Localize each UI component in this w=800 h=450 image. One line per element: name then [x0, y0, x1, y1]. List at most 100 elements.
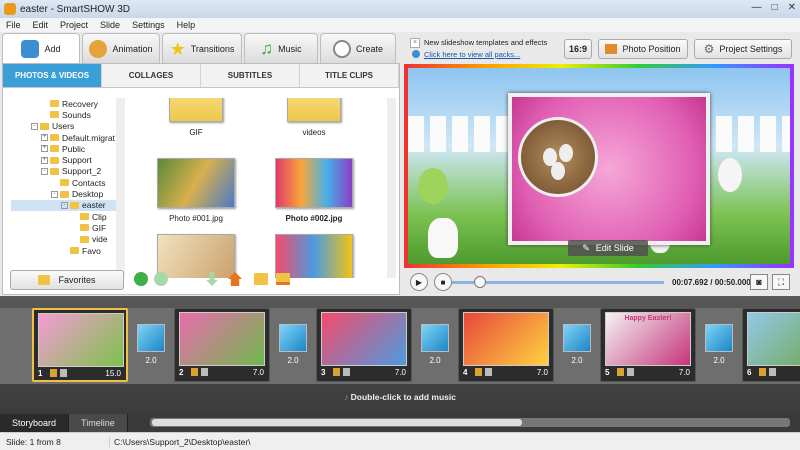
expander-icon[interactable]: -: [41, 167, 48, 175]
file-item[interactable]: Photo #002.jpg: [259, 158, 369, 223]
transition-slot[interactable]: 2.0: [701, 324, 737, 370]
tree-node[interactable]: + Public: [11, 143, 121, 154]
transition-slot[interactable]: 2.0: [559, 324, 595, 370]
expander-icon[interactable]: -: [31, 122, 38, 130]
aspect-ratio-button[interactable]: 16:9: [564, 39, 592, 59]
tab-create[interactable]: Create: [320, 33, 396, 63]
forward-arrow-icon[interactable]: [154, 272, 168, 286]
pencil-icon[interactable]: [50, 369, 57, 377]
transition-slot[interactable]: 2.0: [417, 324, 453, 370]
menu-slide[interactable]: Slide: [100, 20, 120, 30]
stop-button[interactable]: ■: [434, 273, 452, 291]
minimize-button[interactable]: —: [752, 2, 762, 13]
tab-music[interactable]: ♫ Music: [244, 33, 318, 63]
storyboard-slide[interactable]: 6: [742, 308, 800, 382]
pencil-icon[interactable]: [617, 368, 624, 376]
storyboard-scroll-thumb[interactable]: [152, 419, 522, 426]
speaker-icon[interactable]: [343, 368, 350, 376]
storyboard-slide[interactable]: 1 15.0: [32, 308, 128, 382]
tab-transitions[interactable]: ★ Transitions: [162, 33, 242, 63]
menu-file[interactable]: File: [6, 20, 21, 30]
file-item[interactable]: Photo #001.jpg: [141, 158, 251, 223]
tab-storyboard[interactable]: Storyboard: [0, 414, 70, 432]
file-item[interactable]: GIF: [141, 98, 251, 137]
expander-icon[interactable]: +: [41, 134, 48, 142]
subtab-title-clips[interactable]: TITLE CLIPS: [300, 64, 399, 87]
expander-icon[interactable]: +: [41, 145, 48, 153]
close-news-icon[interactable]: ×: [410, 38, 420, 48]
tree-node[interactable]: - easter: [11, 199, 121, 211]
folder-icon: [80, 224, 89, 232]
status-bar: Slide: 1 from 8 C:\Users\Support_2\Deskt…: [0, 432, 800, 450]
slide-preview[interactable]: ✎ Edit Slide: [404, 64, 794, 268]
maximize-button[interactable]: □: [772, 2, 778, 13]
storyboard-slide[interactable]: 3 7.0: [316, 308, 412, 382]
pencil-icon[interactable]: [759, 368, 766, 376]
tree-node[interactable]: + Support: [11, 154, 121, 165]
transition-icon: [279, 324, 307, 352]
slide-number: 4: [463, 368, 468, 377]
speaker-icon[interactable]: [60, 369, 67, 377]
pencil-icon[interactable]: [333, 368, 340, 376]
file-item[interactable]: [259, 234, 369, 278]
tree-node[interactable]: GIF: [11, 222, 121, 233]
music-note-icon: ♫: [260, 38, 274, 58]
tree-node[interactable]: Sounds: [11, 109, 121, 120]
project-settings-button[interactable]: ⚙ Project Settings: [694, 39, 792, 59]
tab-timeline[interactable]: Timeline: [69, 414, 128, 432]
storyboard-slide[interactable]: 2 7.0: [174, 308, 270, 382]
pencil-icon[interactable]: [475, 368, 482, 376]
speaker-icon[interactable]: [201, 368, 208, 376]
tree-node[interactable]: + Default.migrat: [11, 132, 121, 143]
expander-icon[interactable]: -: [51, 190, 58, 198]
tree-node[interactable]: Recovery: [11, 98, 121, 109]
file-item[interactable]: videos: [259, 98, 369, 137]
menu-project[interactable]: Project: [60, 20, 88, 30]
tree-scrollbar[interactable]: [116, 98, 125, 278]
file-scrollbar[interactable]: [387, 98, 396, 278]
add-all-icon[interactable]: [276, 273, 290, 285]
tree-node[interactable]: Contacts: [11, 177, 121, 188]
tab-animation[interactable]: Animation: [82, 33, 160, 63]
subtab-photos-videos[interactable]: PHOTOS & VIDEOS: [3, 64, 102, 87]
menu-help[interactable]: Help: [177, 20, 196, 30]
transition-slot[interactable]: 2.0: [275, 324, 311, 370]
edit-slide-button[interactable]: ✎ Edit Slide: [568, 240, 648, 256]
menu-settings[interactable]: Settings: [132, 20, 165, 30]
back-arrow-icon[interactable]: [134, 272, 148, 286]
menu-edit[interactable]: Edit: [33, 20, 49, 30]
music-hint[interactable]: ♪ Double-click to add music: [0, 392, 800, 406]
expander-icon[interactable]: +: [41, 156, 48, 164]
transition-duration: 2.0: [571, 356, 583, 365]
close-button[interactable]: ✕: [788, 2, 796, 13]
tree-node[interactable]: - Users: [11, 121, 121, 132]
photo-position-button[interactable]: Photo Position: [598, 39, 688, 59]
subtab-collages[interactable]: COLLAGES: [102, 64, 201, 87]
news-link[interactable]: Click here to view all packs...: [424, 50, 520, 59]
speaker-icon[interactable]: [627, 368, 634, 376]
status-slide: Slide: 1 from 8: [0, 436, 110, 447]
speaker-icon[interactable]: [769, 368, 776, 376]
snapshot-button[interactable]: ◙: [750, 274, 768, 290]
tab-add[interactable]: Add: [2, 33, 80, 63]
pencil-icon[interactable]: [191, 368, 198, 376]
storyboard-slide[interactable]: 4 7.0: [458, 308, 554, 382]
subtab-subtitles[interactable]: SUBTITLES: [201, 64, 300, 87]
transition-slot[interactable]: 2.0: [133, 324, 169, 370]
favorites-button[interactable]: Favorites: [10, 270, 124, 290]
play-button[interactable]: ▶: [410, 273, 428, 291]
add-folder-icon[interactable]: [254, 273, 268, 285]
storyboard-slide[interactable]: Happy Easter! 5 7.0: [600, 308, 696, 382]
tree-node[interactable]: - Desktop: [11, 188, 121, 199]
fullscreen-button[interactable]: ⛶: [772, 274, 790, 290]
timeline-slider-knob[interactable]: [473, 276, 486, 288]
tree-node[interactable]: Favo: [11, 245, 121, 256]
media-panel: PHOTOS & VIDEOS COLLAGES SUBTITLES TITLE…: [2, 63, 400, 295]
tree-node[interactable]: vide: [11, 234, 121, 245]
file-item[interactable]: [141, 234, 251, 278]
tree-node[interactable]: - Support_2: [11, 166, 121, 177]
expander-icon[interactable]: -: [61, 201, 68, 209]
tree-node[interactable]: Clip: [11, 211, 121, 222]
star-icon: ★: [169, 38, 186, 59]
speaker-icon[interactable]: [485, 368, 492, 376]
